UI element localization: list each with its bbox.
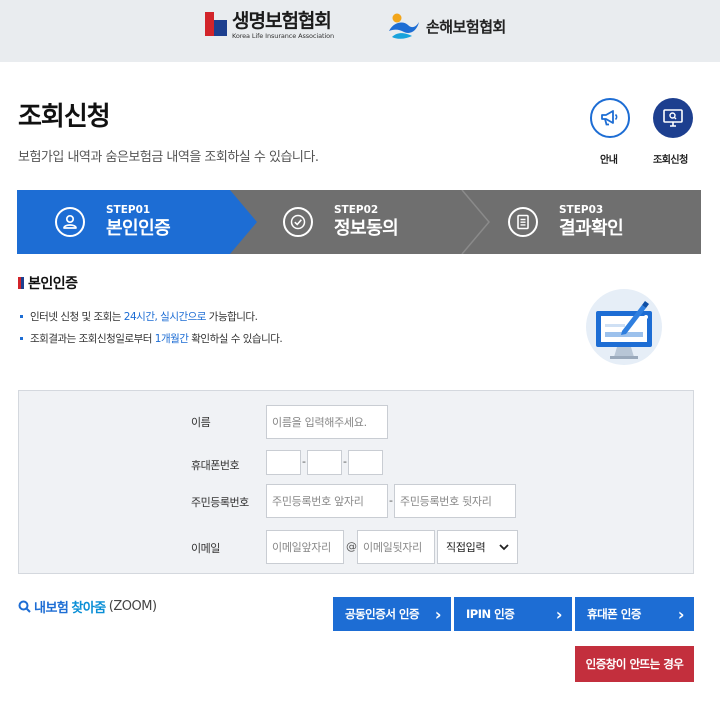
phone-last-input[interactable] [348, 450, 383, 475]
life-insurance-mark-icon [205, 12, 227, 36]
name-input[interactable]: 이름을 입력해주세요. [266, 405, 388, 439]
ipin-auth-label: IPIN 인증 [466, 607, 515, 621]
info-button[interactable] [590, 98, 630, 138]
section-title-label: 본인인증 [28, 276, 78, 292]
notice-text: 가능합니다. [205, 311, 258, 323]
notice-item: 조회결과는 조회신청일로부터 1개월간 확인하실 수 있습니다. [20, 332, 283, 354]
page-title: 조회신청 [18, 102, 111, 132]
chevron-right-icon: › [434, 604, 442, 624]
step-2: STEP02 정보동의 [283, 190, 399, 254]
life-insurance-association-logo[interactable]: 생명보험협회 Korea Life Insurance Association [205, 10, 334, 40]
notice-highlight: 24시간, 실시간으로 [123, 311, 207, 323]
person-icon [55, 207, 85, 237]
phone-separator: - [343, 455, 347, 468]
bullet-icon [20, 315, 23, 318]
email-domain-input[interactable]: 이메일뒷자리 [357, 530, 435, 564]
info-button-label[interactable]: 안내 [600, 151, 618, 166]
step-progress: STEP01 본인인증 STEP02 정보동의 STEP03 결과확인 [17, 190, 701, 254]
chevron-right-icon: › [677, 604, 685, 624]
email-label: 이메일 [191, 542, 220, 555]
notice-list: 인터넷 신청 및 조회는 24시간, 실시간으로 가능합니다. 조회결과는 조회… [20, 310, 283, 354]
chevron-down-icon [499, 543, 509, 550]
bullet-icon [20, 337, 23, 340]
notice-text: 인터넷 신청 및 조회는 [30, 311, 124, 323]
inquiry-button[interactable] [653, 98, 693, 138]
step-3: STEP03 결과확인 [508, 190, 624, 254]
general-logo-korean: 손해보험협회 [426, 17, 506, 36]
certificate-auth-button[interactable]: 공동인증서 인증 › [333, 597, 451, 631]
phone-label: 휴대폰번호 [191, 459, 240, 472]
notice-text: 조회결과는 조회신청일로부터 [30, 333, 155, 345]
auth-window-not-showing-button[interactable]: 인증창이 안뜨는 경우 [575, 646, 694, 682]
inquiry-button-label[interactable]: 조회신청 [653, 151, 688, 166]
rrn-front-input[interactable]: 주민등록번호 앞자리 [266, 484, 388, 518]
section-title: 본인인증 [18, 273, 78, 293]
step-2-name: 정보동의 [334, 218, 399, 239]
page-description: 보험가입 내역과 숨은보험금 내역을 조회하실 수 있습니다. [18, 150, 319, 165]
email-at-sign: @ [346, 540, 357, 553]
phone-separator: - [302, 455, 306, 468]
step-1-name: 본인인증 [106, 218, 171, 239]
section-marker-icon [18, 277, 24, 289]
zoom-link-word2: 찾아줌 [71, 601, 106, 616]
monitor-illustration-icon [586, 289, 662, 365]
monitor-search-icon [663, 109, 683, 127]
step-3-number: STEP03 [559, 204, 604, 216]
email-local-input[interactable]: 이메일앞자리 [266, 530, 344, 564]
search-icon [18, 600, 31, 613]
notice-highlight: 1개월간 [154, 333, 189, 345]
rrn-back-input[interactable]: 주민등록번호 뒷자리 [394, 484, 516, 518]
zoom-link-word1: 내보험 [34, 601, 69, 616]
step-1: STEP01 본인인증 [55, 190, 171, 254]
insurance-zoom-link[interactable]: 내보험 찾아줌 (ZOOM) [18, 597, 157, 616]
document-icon [508, 207, 538, 237]
chevron-right-icon: › [555, 604, 563, 624]
notice-text: 확인하실 수 있습니다. [188, 333, 283, 345]
name-label: 이름 [191, 416, 211, 429]
ipin-auth-button[interactable]: IPIN 인증 › [454, 597, 572, 631]
life-logo-korean: 생명보험협회 [232, 10, 332, 32]
association-header: 생명보험협회 Korea Life Insurance Association … [0, 0, 720, 62]
zoom-link-word3: (ZOOM) [108, 599, 157, 614]
general-insurance-swirl-icon [389, 13, 419, 39]
general-insurance-association-logo[interactable]: 손해보험협회 [386, 11, 506, 41]
step-2-number: STEP02 [334, 204, 379, 216]
phone-prefix-input[interactable] [266, 450, 301, 475]
step-1-number: STEP01 [106, 204, 151, 216]
life-logo-english: Korea Life Insurance Association [232, 32, 335, 40]
step-3-name: 결과확인 [559, 218, 624, 239]
notice-item: 인터넷 신청 및 조회는 24시간, 실시간으로 가능합니다. [20, 310, 282, 332]
phone-auth-label: 휴대폰 인증 [587, 607, 641, 621]
phone-auth-button[interactable]: 휴대폰 인증 › [575, 597, 694, 631]
certificate-auth-label: 공동인증서 인증 [345, 607, 420, 621]
email-domain-select[interactable]: 직접입력 [437, 530, 518, 564]
rrn-separator: - [389, 494, 393, 507]
email-domain-selected: 직접입력 [446, 541, 486, 554]
megaphone-icon [601, 110, 618, 126]
phone-middle-input[interactable] [307, 450, 342, 475]
rrn-label: 주민등록번호 [191, 496, 249, 509]
check-icon [283, 207, 313, 237]
